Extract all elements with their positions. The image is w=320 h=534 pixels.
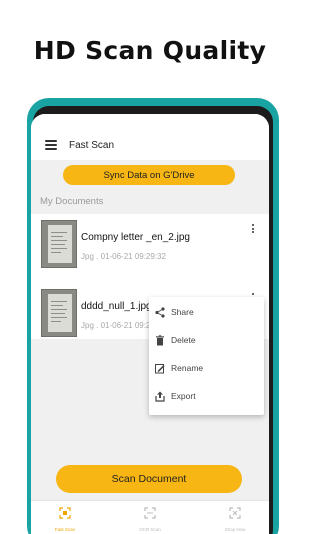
menu-item-label: Share [171, 307, 194, 317]
document-thumbnail [41, 220, 77, 268]
shop-icon [229, 507, 241, 519]
scan-icon [59, 507, 71, 519]
app-bar: Fast Scan [31, 114, 269, 160]
edit-icon [155, 364, 165, 374]
document-name: dddd_null_1.jpg [81, 301, 152, 312]
bottom-navigation: Fast Scan OCR Scan Shop Now [31, 500, 269, 534]
headline: HD Scan Quality [33, 36, 267, 65]
app-title: Fast Scan [69, 140, 115, 151]
nav-label: Shop Now [224, 527, 246, 532]
document-meta: Jpg . 01-06-21 09:29:32 [81, 252, 166, 261]
more-options-icon[interactable] [251, 224, 255, 236]
share-icon [155, 307, 165, 318]
trash-icon [156, 335, 164, 346]
nav-item-ocr-scan[interactable]: OCR Scan [120, 505, 180, 533]
hamburger-menu-icon[interactable] [45, 140, 57, 150]
menu-item-share[interactable]: Share [149, 299, 264, 327]
menu-item-delete[interactable]: Delete [149, 327, 264, 355]
section-label: My Documents [40, 196, 104, 207]
document-thumbnail [41, 289, 77, 337]
nav-label: Fast Scan [54, 527, 76, 532]
context-menu: Share Delete Rename Export [149, 297, 264, 415]
menu-item-label: Rename [171, 363, 204, 373]
menu-item-export[interactable]: Export [149, 383, 264, 411]
export-icon [155, 391, 165, 402]
nav-item-fast-scan[interactable]: Fast Scan [35, 505, 95, 533]
app-screen: Fast Scan Sync Data on G'Drive My Docume… [31, 114, 269, 534]
nav-label: OCR Scan [139, 527, 161, 532]
menu-item-label: Delete [171, 335, 196, 345]
scan-document-button[interactable]: Scan Document [56, 465, 242, 493]
nav-item-shop-now[interactable]: Shop Now [205, 505, 265, 533]
document-name: Compny letter _en_2.jpg [81, 232, 190, 243]
document-item[interactable]: Compny letter _en_2.jpg Jpg . 01-06-21 0… [31, 214, 269, 294]
menu-item-label: Export [171, 391, 196, 401]
menu-item-rename[interactable]: Rename [149, 355, 264, 383]
ocr-icon [144, 507, 156, 519]
sync-drive-button[interactable]: Sync Data on G'Drive [63, 165, 235, 185]
